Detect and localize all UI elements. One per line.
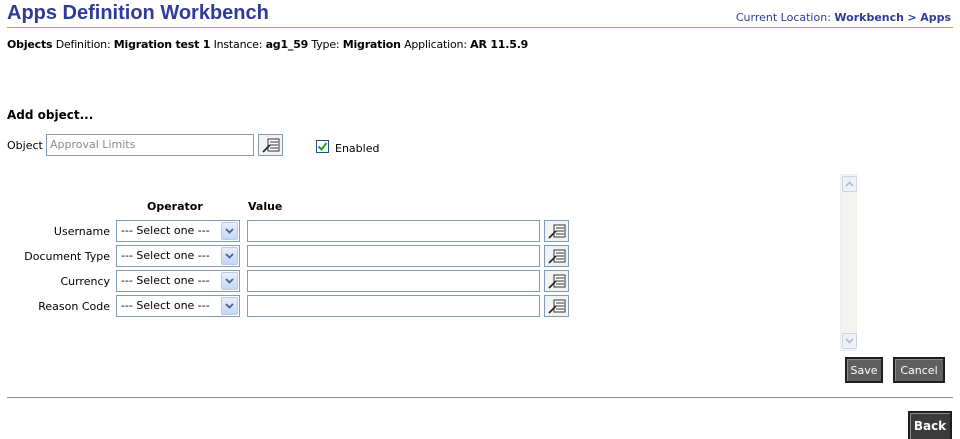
reason-code-value-input[interactable] [247, 295, 540, 317]
breadcrumb-prefix: Current Location: [735, 11, 831, 24]
currency-label: Currency [60, 275, 110, 288]
list-lookup-icon [547, 299, 565, 314]
currency-operator-value: --- Select one --- [121, 274, 210, 287]
footer-divider [7, 397, 953, 398]
value-column-header: Value [248, 200, 283, 213]
add-object-heading: Add object... [7, 108, 94, 122]
chevron-down-icon[interactable] [221, 272, 238, 290]
object-lov-button[interactable] [258, 134, 283, 156]
breadcrumb-separator: > [907, 11, 917, 24]
enabled-label: Enabled [335, 142, 380, 155]
definition-summary: Objects Definition: Migration test 1 Ins… [7, 38, 528, 51]
breadcrumb-apps: Apps [920, 11, 951, 24]
username-lov-button[interactable] [544, 220, 569, 242]
page-title: Apps Definition Workbench [7, 2, 269, 24]
list-lookup-icon [547, 224, 565, 239]
title-divider [7, 27, 953, 28]
currency-operator-select[interactable]: --- Select one --- [116, 270, 240, 292]
document-type-operator-value: --- Select one --- [121, 249, 210, 262]
currency-lov-button[interactable] [544, 270, 569, 292]
list-lookup-icon [547, 249, 565, 264]
list-lookup-icon [547, 274, 565, 289]
object-field[interactable]: Approval Limits [46, 134, 254, 156]
username-label: Username [53, 225, 110, 238]
operator-column-header: Operator [147, 200, 203, 213]
chevron-down-icon[interactable] [221, 247, 238, 265]
save-button[interactable]: Save [845, 357, 883, 383]
chevron-down-icon [845, 338, 854, 344]
breadcrumb: Current Location: Workbench > Apps [736, 11, 951, 24]
username-value-input[interactable] [247, 220, 540, 242]
objects-label: Objects [7, 38, 53, 51]
definition-value: Migration test 1 [113, 38, 211, 51]
back-button[interactable]: Back [908, 411, 952, 439]
list-lookup-icon [261, 138, 279, 153]
instance-value: ag1_59 [265, 38, 309, 51]
breadcrumb-workbench[interactable]: Workbench [834, 11, 904, 24]
reason-code-lov-button[interactable] [544, 295, 569, 317]
document-type-lov-button[interactable] [544, 245, 569, 267]
criteria-scrollbar[interactable] [840, 174, 857, 351]
instance-label: Instance: [213, 38, 263, 51]
username-operator-select[interactable]: --- Select one --- [116, 220, 240, 242]
enabled-checkbox[interactable] [316, 140, 329, 153]
type-label: Type: [311, 38, 340, 51]
chevron-up-icon [845, 181, 854, 187]
document-type-value-input[interactable] [247, 245, 540, 267]
application-value: AR 11.5.9 [470, 38, 529, 51]
type-value: Migration [342, 38, 401, 51]
scroll-down-button[interactable] [842, 333, 857, 349]
reason-code-label: Reason Code [38, 300, 110, 313]
chevron-down-icon[interactable] [221, 297, 238, 315]
application-label: Application: [404, 38, 467, 51]
chevron-down-icon[interactable] [221, 222, 238, 240]
reason-code-operator-value: --- Select one --- [121, 299, 210, 312]
object-label: Object [7, 139, 43, 152]
username-operator-value: --- Select one --- [121, 224, 210, 237]
scroll-up-button[interactable] [842, 176, 857, 192]
document-type-operator-select[interactable]: --- Select one --- [116, 245, 240, 267]
reason-code-operator-select[interactable]: --- Select one --- [116, 295, 240, 317]
checkmark-icon [317, 142, 328, 152]
document-type-label: Document Type [24, 250, 110, 263]
definition-label: Definition: [55, 38, 111, 51]
cancel-button[interactable]: Cancel [893, 357, 945, 383]
currency-value-input[interactable] [247, 270, 540, 292]
